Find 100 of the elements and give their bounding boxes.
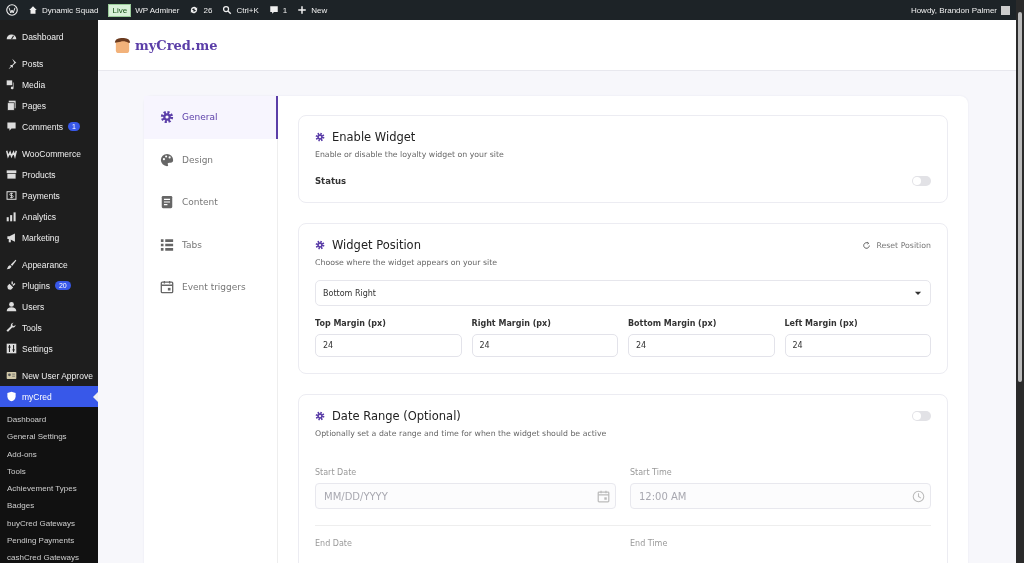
settings-tab[interactable]: Tabs <box>144 223 277 266</box>
input-field[interactable]: MM/DD/YYYY <box>315 483 616 509</box>
sidebar-item[interactable]: Dashboard <box>0 26 98 47</box>
input-field[interactable]: 24 <box>628 334 775 357</box>
box-icon <box>6 169 17 180</box>
sidebar-item[interactable]: Tools <box>0 317 98 338</box>
logo-text: myCred.me <box>135 37 218 53</box>
settings-tab[interactable]: Event triggers <box>144 266 277 309</box>
search-icon <box>222 5 233 15</box>
toolbar-label: New <box>311 5 328 15</box>
input-field[interactable]: 24 <box>315 334 462 357</box>
document-icon <box>160 195 174 210</box>
sidebar-item[interactable]: Products <box>0 164 98 185</box>
toolbar-item[interactable]: New <box>297 5 328 15</box>
section-title: Widget Position <box>332 238 421 252</box>
sidebar-item[interactable]: Posts <box>0 53 98 74</box>
home-icon <box>28 5 38 15</box>
id-card-icon <box>6 370 17 381</box>
status-label: Status <box>315 176 347 186</box>
submenu-item[interactable]: Add-ons <box>0 445 98 463</box>
logo-icon[interactable] <box>6 4 18 16</box>
pages-icon <box>6 100 17 111</box>
user-icon <box>6 301 17 312</box>
field-label: Start Time <box>630 468 673 477</box>
submenu-item[interactable]: buyCred Gateways <box>0 514 98 533</box>
avatar-icon[interactable] <box>1001 5 1010 15</box>
plus-icon <box>297 5 308 15</box>
toolbar-link[interactable]: WP Adminer <box>135 5 180 15</box>
comment-icon <box>6 121 17 132</box>
toolbar-label: Dynamic Squad <box>42 5 99 15</box>
submenu-item[interactable]: Dashboard <box>0 411 98 429</box>
toolbar-item[interactable]: 26 <box>189 5 213 15</box>
sidebar-item[interactable]: Settings <box>0 338 98 359</box>
toolbar-label: 26 <box>203 5 213 15</box>
sidebar-item[interactable]: Payments <box>0 185 98 206</box>
field-label: Left Margin (px) <box>784 319 859 328</box>
submenu-item[interactable]: Tools <box>0 462 98 481</box>
toolbar-item[interactable]: Ctrl+K <box>222 5 259 15</box>
position-select[interactable]: Bottom Right <box>315 280 931 306</box>
live-badge: Live <box>108 3 132 17</box>
brush-icon <box>6 259 17 270</box>
toolbar-label: 1 <box>282 5 288 15</box>
mascot-icon <box>113 35 132 55</box>
sidebar-item[interactable]: myCred <box>0 386 98 407</box>
submenu-item[interactable]: Pending Payments <box>0 532 98 550</box>
wrench-icon <box>6 322 17 333</box>
toggle-switch[interactable] <box>912 411 931 421</box>
submenu-item[interactable]: Achievement Types <box>0 480 98 498</box>
toolbar-label: Ctrl+K <box>236 5 259 15</box>
user-greeting[interactable]: Howdy, Brandon Palmer <box>910 5 997 15</box>
settings-icon <box>315 240 325 250</box>
woo-icon <box>6 148 17 159</box>
settings-icon <box>315 132 325 142</box>
pin-icon <box>6 58 17 69</box>
field-label: Start Date <box>315 468 358 477</box>
megaphone-icon <box>6 232 17 243</box>
sidebar-item[interactable]: Appearance <box>0 254 98 275</box>
field-label: End Time <box>630 539 669 548</box>
sidebar-item[interactable]: Marketing <box>0 227 98 248</box>
calendar-icon[interactable] <box>597 489 610 503</box>
comment-icon <box>268 5 279 15</box>
field-label: Right Margin (px) <box>471 319 552 328</box>
input-field[interactable]: 12:00 AM <box>630 483 931 509</box>
toolbar-item[interactable]: Dynamic Squad <box>28 5 99 15</box>
input-field[interactable]: 24 <box>784 334 931 357</box>
section-title: Date Range (Optional) <box>332 409 461 423</box>
reset-icon <box>862 240 872 250</box>
media-icon <box>6 79 17 90</box>
toolbar-item[interactable]: 1 <box>268 5 288 15</box>
bar-chart-icon <box>6 211 17 222</box>
settings-icon <box>6 343 17 354</box>
settings-tab[interactable]: Content <box>144 181 277 224</box>
submenu-item[interactable]: cashCred Gateways <box>0 549 98 563</box>
submenu-item[interactable]: General Settings <box>0 428 98 446</box>
field-label: Top Margin (px) <box>315 319 387 328</box>
calendar-icon <box>160 280 174 295</box>
refresh-icon <box>189 5 200 15</box>
submenu-item[interactable]: Badges <box>0 497 98 515</box>
settings-icon <box>160 110 174 125</box>
toggle-switch[interactable] <box>912 176 931 186</box>
clock-icon[interactable] <box>912 489 925 503</box>
palette-icon <box>160 152 174 167</box>
settings-icon <box>315 411 325 421</box>
sidebar-item[interactable]: New User Approve <box>0 365 98 386</box>
section-title: Enable Widget <box>332 130 416 144</box>
sidebar-item[interactable]: Users <box>0 296 98 317</box>
sidebar-item[interactable]: Media <box>0 74 98 95</box>
gauge-icon <box>6 31 17 42</box>
payment-icon <box>6 190 17 201</box>
scrollbar[interactable] <box>1016 0 1024 563</box>
shield-icon <box>6 391 17 402</box>
field-label: End Date <box>315 539 353 548</box>
input-field[interactable]: 24 <box>471 334 618 357</box>
sidebar-item[interactable]: Analytics <box>0 206 98 227</box>
sidebar-item[interactable]: Pages <box>0 95 98 116</box>
settings-tab[interactable]: General <box>144 96 278 139</box>
list-icon <box>160 237 174 252</box>
sidebar-item[interactable]: WooCommerce <box>0 143 98 164</box>
plug-icon <box>6 280 17 291</box>
settings-tab[interactable]: Design <box>144 138 277 181</box>
